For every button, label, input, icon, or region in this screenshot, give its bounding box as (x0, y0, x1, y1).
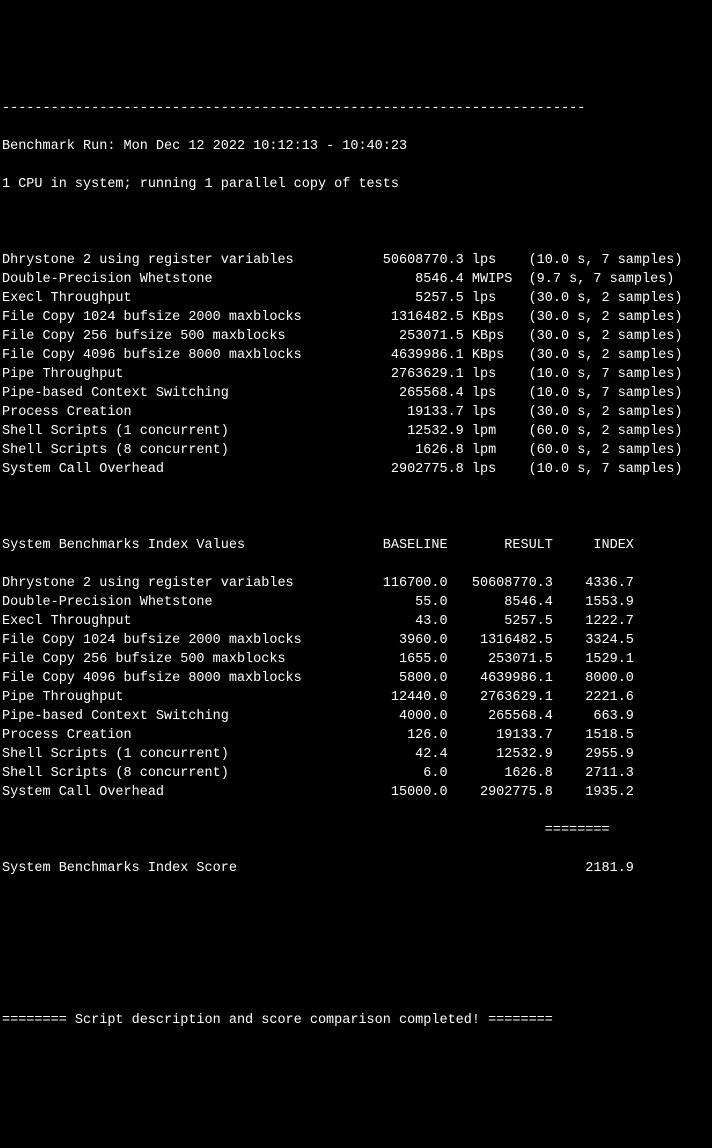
raw-result-row: Dhrystone 2 using register variables 506… (2, 251, 710, 270)
index-result-row: File Copy 1024 bufsize 2000 maxblocks 39… (2, 631, 710, 650)
raw-result-row: Shell Scripts (1 concurrent) 12532.9 lpm… (2, 422, 710, 441)
blank-line (2, 498, 710, 517)
raw-result-row: Shell Scripts (8 concurrent) 1626.8 lpm … (2, 441, 710, 460)
terminal-output: ----------------------------------------… (2, 80, 710, 1049)
index-result-row: Pipe-based Context Switching 4000.0 2655… (2, 707, 710, 726)
index-divider: ======== (2, 821, 710, 840)
raw-result-row: Pipe-based Context Switching 265568.4 lp… (2, 384, 710, 403)
index-results-block: Dhrystone 2 using register variables 116… (2, 574, 710, 802)
raw-result-row: System Call Overhead 2902775.8 lps (10.0… (2, 460, 710, 479)
blank-line (2, 213, 710, 232)
raw-result-row: File Copy 4096 bufsize 8000 maxblocks 46… (2, 346, 710, 365)
blank-line (2, 973, 710, 992)
benchmark-run-header: Benchmark Run: Mon Dec 12 2022 10:12:13 … (2, 137, 710, 156)
index-result-row: Process Creation 126.0 19133.7 1518.5 (2, 726, 710, 745)
score-line: System Benchmarks Index Score 2181.9 (2, 859, 710, 878)
index-result-row: System Call Overhead 15000.0 2902775.8 1… (2, 783, 710, 802)
cpu-info: 1 CPU in system; running 1 parallel copy… (2, 175, 710, 194)
raw-result-row: File Copy 1024 bufsize 2000 maxblocks 13… (2, 308, 710, 327)
raw-result-row: Process Creation 19133.7 lps (30.0 s, 2 … (2, 403, 710, 422)
blank-line (2, 897, 710, 916)
index-header: System Benchmarks Index Values BASELINE … (2, 536, 710, 555)
index-result-row: Execl Throughput 43.0 5257.5 1222.7 (2, 612, 710, 631)
divider: ----------------------------------------… (2, 99, 710, 118)
index-result-row: File Copy 256 bufsize 500 maxblocks 1655… (2, 650, 710, 669)
blank-line (2, 935, 710, 954)
raw-result-row: Double-Precision Whetstone 8546.4 MWIPS … (2, 270, 710, 289)
raw-results-block: Dhrystone 2 using register variables 506… (2, 251, 710, 479)
index-result-row: Shell Scripts (1 concurrent) 42.4 12532.… (2, 745, 710, 764)
index-result-row: Double-Precision Whetstone 55.0 8546.4 1… (2, 593, 710, 612)
index-result-row: Pipe Throughput 12440.0 2763629.1 2221.6 (2, 688, 710, 707)
index-result-row: File Copy 4096 bufsize 8000 maxblocks 58… (2, 669, 710, 688)
footer: ======== Script description and score co… (2, 1011, 710, 1030)
raw-result-row: Execl Throughput 5257.5 lps (30.0 s, 2 s… (2, 289, 710, 308)
raw-result-row: Pipe Throughput 2763629.1 lps (10.0 s, 7… (2, 365, 710, 384)
raw-result-row: File Copy 256 bufsize 500 maxblocks 2530… (2, 327, 710, 346)
index-result-row: Dhrystone 2 using register variables 116… (2, 574, 710, 593)
index-result-row: Shell Scripts (8 concurrent) 6.0 1626.8 … (2, 764, 710, 783)
